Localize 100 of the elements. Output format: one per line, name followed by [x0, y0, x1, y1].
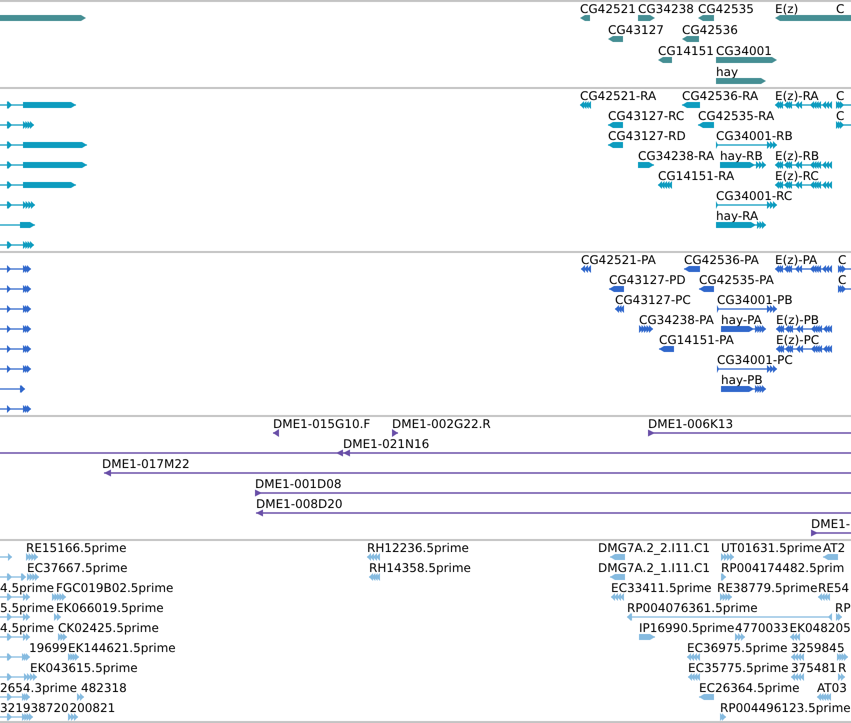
- gene-bar[interactable]: [716, 77, 766, 85]
- transcript-model[interactable]: [0, 241, 34, 249]
- est-arrow-icon[interactable]: [610, 573, 625, 581]
- est-arrow-icon[interactable]: [77, 693, 84, 701]
- est-arrow-icon[interactable]: [699, 693, 714, 701]
- est-arrow-icon[interactable]: [823, 553, 838, 561]
- est-arrow-icon[interactable]: [687, 653, 700, 661]
- est-arrow-icon[interactable]: [721, 553, 734, 561]
- protein-model[interactable]: [721, 325, 766, 333]
- gene-bar[interactable]: [0, 14, 86, 22]
- protein-model[interactable]: [0, 405, 31, 413]
- clone-line[interactable]: [648, 429, 851, 437]
- gene-arrow-icon[interactable]: [698, 14, 714, 22]
- est-alignment[interactable]: [0, 653, 30, 661]
- transcript-arrow-icon[interactable]: [698, 121, 714, 129]
- transcript-arrow-icon[interactable]: [836, 121, 851, 129]
- protein-arrow-icon[interactable]: [659, 345, 674, 353]
- protein-arrow-icon[interactable]: [615, 305, 624, 313]
- est-alignment[interactable]: [0, 693, 30, 701]
- gene-bar[interactable]: [716, 56, 777, 64]
- protein-arrow-icon[interactable]: [684, 265, 700, 273]
- est-arrow-icon[interactable]: [367, 553, 380, 561]
- transcript-model[interactable]: [0, 201, 35, 209]
- est-alignment[interactable]: [0, 613, 30, 621]
- clone-line[interactable]: [104, 469, 851, 477]
- transcript-model[interactable]: [0, 181, 76, 189]
- est-arrow-icon[interactable]: [817, 693, 831, 701]
- est-arrow-icon[interactable]: [837, 653, 848, 661]
- est-alignment[interactable]: [0, 633, 30, 641]
- est-arrow-icon[interactable]: [68, 653, 79, 661]
- transcript-arrow-icon[interactable]: [836, 101, 851, 109]
- est-arrow-icon[interactable]: [720, 593, 732, 601]
- est-arrow-icon[interactable]: [68, 713, 78, 721]
- est-arrow-icon[interactable]: [838, 673, 845, 681]
- gene-bar[interactable]: [775, 14, 836, 22]
- protein-model[interactable]: [0, 345, 31, 353]
- gene-arrow-icon[interactable]: [580, 14, 590, 22]
- transcript-model[interactable]: [0, 141, 87, 149]
- protein-arrow-icon[interactable]: [838, 285, 851, 293]
- transcript-model[interactable]: [0, 121, 34, 129]
- protein-model[interactable]: [721, 385, 766, 393]
- est-arrow-icon[interactable]: [52, 593, 66, 601]
- est-arrow-icon[interactable]: [639, 633, 655, 641]
- protein-arrow-icon[interactable]: [609, 285, 624, 293]
- transcript-model[interactable]: [0, 221, 35, 229]
- transcript-model[interactable]: [716, 221, 766, 229]
- est-arrow-icon[interactable]: [611, 593, 624, 601]
- protein-arrow-icon[interactable]: [699, 285, 714, 293]
- gene-arrow-icon[interactable]: [638, 14, 655, 22]
- protein-model[interactable]: [776, 345, 832, 353]
- clone-line[interactable]: [343, 449, 851, 457]
- protein-model[interactable]: [717, 305, 777, 313]
- est-arrow-icon[interactable]: [0, 553, 12, 561]
- est-arrow-icon[interactable]: [735, 633, 745, 641]
- est-arrow-icon[interactable]: [791, 673, 804, 681]
- protein-model[interactable]: [717, 365, 777, 373]
- transcript-model[interactable]: [716, 141, 777, 149]
- est-arrow-icon[interactable]: [836, 613, 842, 621]
- gene-arrow-icon[interactable]: [682, 35, 699, 43]
- est-arrow-icon[interactable]: [610, 553, 625, 561]
- clone-arrow-icon[interactable]: [392, 429, 398, 437]
- transcript-arrow-icon[interactable]: [580, 101, 591, 109]
- transcript-model[interactable]: [0, 161, 87, 169]
- est-arrow-icon[interactable]: [27, 573, 39, 581]
- protein-model[interactable]: [0, 305, 31, 313]
- transcript-arrow-icon[interactable]: [658, 181, 672, 189]
- est-alignment[interactable]: [627, 613, 832, 621]
- transcript-model[interactable]: [716, 201, 777, 209]
- est-alignment[interactable]: [0, 713, 33, 721]
- est-alignment[interactable]: [0, 673, 37, 681]
- transcript-model[interactable]: [775, 181, 832, 189]
- est-arrow-icon[interactable]: [791, 653, 804, 661]
- est-arrow-icon[interactable]: [54, 613, 61, 621]
- protein-arrow-icon[interactable]: [639, 325, 653, 333]
- clone-arrow-icon[interactable]: [273, 429, 279, 437]
- transcript-arrow-icon[interactable]: [608, 121, 623, 129]
- est-arrow-icon[interactable]: [688, 673, 700, 681]
- protein-model[interactable]: [775, 265, 832, 273]
- transcript-model[interactable]: [0, 101, 76, 109]
- est-arrow-icon[interactable]: [369, 573, 380, 581]
- transcript-model[interactable]: [775, 161, 832, 169]
- gene-bar-icon[interactable]: [836, 14, 851, 22]
- est-alignment[interactable]: [0, 573, 26, 581]
- gene-arrow-icon[interactable]: [658, 56, 672, 64]
- est-arrow-icon[interactable]: [818, 593, 830, 601]
- transcript-model[interactable]: [775, 101, 832, 109]
- clone-line[interactable]: [811, 529, 851, 537]
- protein-model[interactable]: [0, 385, 25, 393]
- est-arrow-icon[interactable]: [26, 553, 38, 561]
- protein-model[interactable]: [776, 325, 832, 333]
- protein-arrow-icon[interactable]: [581, 265, 591, 273]
- protein-model[interactable]: [0, 325, 31, 333]
- transcript-arrow-icon[interactable]: [608, 141, 623, 149]
- gene-arrow-icon[interactable]: [608, 35, 623, 43]
- est-arrow-icon[interactable]: [790, 633, 800, 641]
- est-arrow-icon[interactable]: [58, 633, 67, 641]
- est-alignment[interactable]: [0, 593, 30, 601]
- est-arrow-icon[interactable]: [720, 713, 726, 721]
- transcript-arrow-icon[interactable]: [682, 101, 700, 109]
- clone-line[interactable]: [256, 509, 851, 517]
